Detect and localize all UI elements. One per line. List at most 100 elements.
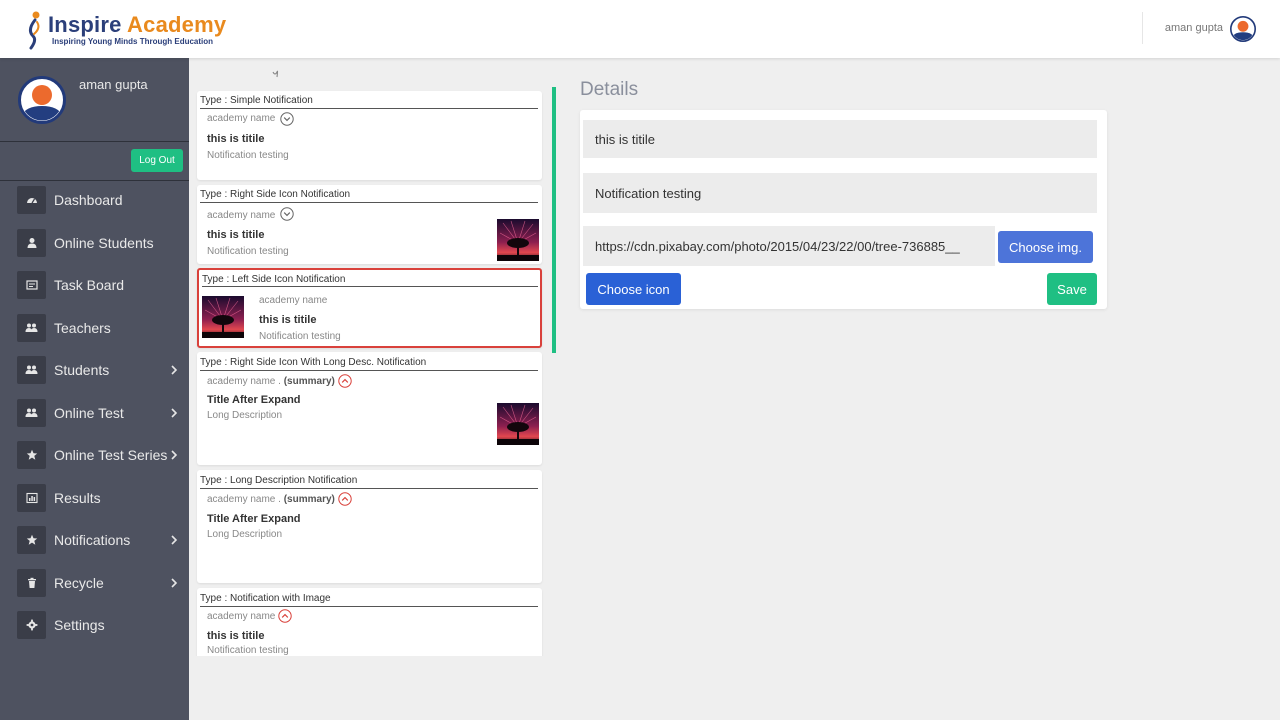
notification-title: this is titile	[207, 630, 265, 642]
logout-button[interactable]: Log Out	[131, 149, 183, 172]
details-heading: Details	[580, 79, 639, 100]
notification-card-right-icon-long-desc[interactable]: Type : Right Side Icon With Long Desc. N…	[197, 352, 542, 465]
user-icon	[17, 229, 46, 257]
notification-thumbnail	[497, 219, 539, 261]
card-divider	[200, 606, 538, 607]
users-icon	[17, 399, 46, 427]
sidebar-item-label: Recycle	[54, 575, 104, 591]
notification-academy: academy name	[207, 210, 276, 221]
notification-type: Type : Simple Notification	[200, 95, 313, 106]
notification-card-left-icon[interactable]: Type : Left Side Icon Notification acade…	[197, 268, 542, 348]
users-icon	[17, 314, 46, 342]
chart-icon	[17, 484, 46, 512]
sidebar-item-dashboard[interactable]: Dashboard	[0, 179, 189, 221]
notification-card-with-image[interactable]: Type : Notification with Image academy n…	[197, 588, 542, 656]
chevron-up-icon[interactable]	[278, 609, 292, 623]
notification-list[interactable]: Type : Simple Notification academy name …	[195, 66, 545, 656]
brand-name-part1: Inspire	[48, 12, 122, 37]
summary-label: (summary)	[283, 376, 335, 387]
trash-icon	[17, 569, 46, 597]
header-user-name[interactable]: aman gupta	[1165, 22, 1223, 34]
chevron-up-icon[interactable]	[338, 374, 352, 388]
notification-thumbnail	[202, 296, 244, 338]
sidebar-item-label: Results	[54, 490, 101, 506]
brand-tagline: Inspiring Young Minds Through Education	[52, 37, 214, 46]
brand-name-part2: Academy	[127, 12, 227, 37]
academy-name: academy name .	[207, 494, 281, 505]
description-field[interactable]: Notification testing	[583, 173, 1097, 213]
sidebar-item-task-board[interactable]: Task Board	[0, 264, 189, 306]
notification-title: this is titile	[207, 133, 265, 145]
save-button[interactable]: Save	[1047, 273, 1097, 305]
notification-card-right-icon[interactable]: Type : Right Side Icon Notification acad…	[197, 185, 542, 264]
notification-title: this is titile	[259, 314, 317, 326]
sidebar-item-label: Online Test Series	[54, 447, 168, 463]
notification-title: Title After Expand	[207, 513, 301, 525]
chevron-down-icon[interactable]	[280, 207, 294, 221]
details-panel: this is titile Notification testing http…	[580, 110, 1107, 309]
notification-type: Type : Right Side Icon With Long Desc. N…	[200, 357, 427, 368]
academy-name: academy name .	[207, 376, 281, 387]
notification-academy: academy name . (summary)	[207, 376, 335, 387]
choose-icon-button[interactable]: Choose icon	[586, 273, 681, 305]
chevron-right-icon	[171, 365, 178, 375]
notification-thumbnail	[497, 403, 539, 445]
choose-image-button[interactable]: Choose img.	[998, 231, 1093, 263]
notification-desc: Notification testing	[207, 150, 289, 161]
notification-desc: Notification testing	[207, 645, 289, 656]
chevron-down-icon[interactable]	[280, 112, 294, 126]
notification-academy: academy name	[207, 611, 276, 622]
chevron-right-icon	[171, 535, 178, 545]
users-icon	[17, 356, 46, 384]
star-icon	[17, 526, 46, 554]
sidebar-item-notifications[interactable]: Notifications	[0, 519, 189, 561]
notification-desc: Long Description	[207, 410, 283, 421]
notification-desc: Long Description	[207, 529, 283, 540]
notification-type: Type : Long Description Notification	[200, 475, 358, 486]
chevron-right-icon	[171, 408, 178, 418]
sidebar-item-label: Task Board	[54, 277, 125, 293]
avatar	[18, 76, 66, 124]
summary-label: (summary)	[283, 494, 335, 505]
card-divider	[200, 370, 538, 371]
notification-card-simple[interactable]: Type : Simple Notification academy name …	[197, 91, 542, 180]
sidebar-item-label: Online Test	[54, 405, 124, 421]
sidebar-item-online-test-series[interactable]: Online Test Series	[0, 434, 189, 476]
sidebar-item-online-test[interactable]: Online Test	[0, 392, 189, 434]
sidebar-item-students[interactable]: Students	[0, 349, 189, 391]
sidebar-item-label: Online Students	[54, 235, 154, 251]
notification-type: Type : Notification with Image	[200, 593, 331, 604]
chevron-right-icon	[171, 578, 178, 588]
header-divider	[1142, 12, 1143, 44]
sidebar-item-results[interactable]: Results	[0, 477, 189, 519]
sidebar-profile: aman gupta	[0, 58, 189, 142]
image-url-field[interactable]: https://cdn.pixabay.com/photo/2015/04/23…	[583, 226, 995, 266]
notification-academy: academy name	[259, 295, 328, 306]
title-field[interactable]: this is titile	[583, 120, 1097, 158]
sidebar-item-online-students[interactable]: Online Students	[0, 222, 189, 264]
sidebar-item-label: Teachers	[54, 320, 111, 336]
sidebar-item-label: Notifications	[54, 532, 131, 548]
top-header: Inspire Academy Inspiring Young Minds Th…	[0, 0, 1280, 58]
sidebar-item-label: Settings	[54, 617, 105, 633]
sidebar-item-teachers[interactable]: Teachers	[0, 307, 189, 349]
profile-name: aman gupta	[79, 77, 148, 92]
sidebar: aman gupta Log Out Dashboard Online Stud…	[0, 58, 189, 720]
brand-logo-icon	[28, 11, 40, 50]
task-icon	[17, 271, 46, 299]
sidebar-item-recycle[interactable]: Recycle	[0, 562, 189, 604]
card-divider	[200, 108, 538, 109]
card-divider	[200, 488, 538, 489]
user-avatar-icon[interactable]	[1230, 16, 1256, 42]
card-divider	[202, 286, 538, 287]
sidebar-item-settings[interactable]: Settings	[0, 604, 189, 646]
notification-academy: academy name . (summary)	[207, 494, 335, 505]
chevron-right-icon	[171, 450, 178, 460]
list-heading-cut	[267, 66, 287, 78]
chevron-up-icon[interactable]	[338, 492, 352, 506]
brand-name[interactable]: Inspire Academy	[48, 12, 226, 38]
card-divider	[200, 202, 538, 203]
notification-title: this is titile	[207, 229, 265, 241]
notification-title: Title After Expand	[207, 394, 301, 406]
notification-card-long-desc[interactable]: Type : Long Description Notification aca…	[197, 470, 542, 583]
